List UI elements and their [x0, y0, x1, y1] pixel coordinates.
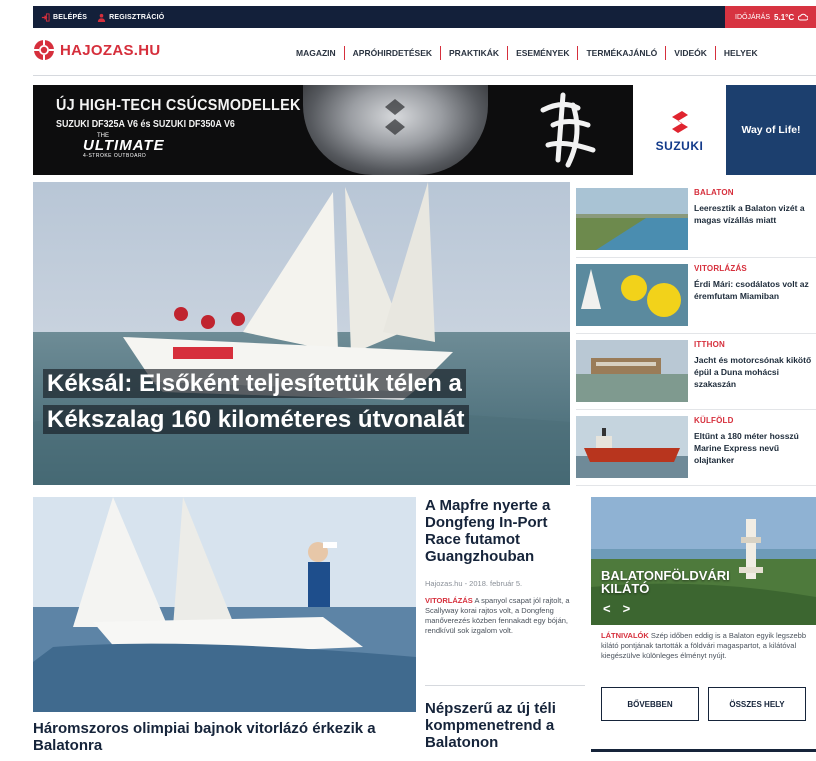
- calligraphy-image: [540, 92, 596, 168]
- banner-headline: ÚJ HIGH-TECH CSÚCSMODELLEK: [56, 97, 301, 114]
- ultimate-word: ULTIMATE: [83, 137, 165, 154]
- side-article-title: Érdi Mári: csodálatos volt az éremfutam …: [694, 279, 809, 301]
- side-article-category: KÜLFÖLD: [694, 416, 734, 425]
- nav-termekajanlo[interactable]: TERMÉKAJÁNLÓ: [578, 48, 665, 58]
- carousel-arrows: < >: [603, 601, 630, 616]
- side-article-category: VITORLÁZÁS: [694, 264, 747, 273]
- lifebuoy-logo-icon: [34, 40, 54, 60]
- side-article-category: ITTHON: [694, 340, 725, 349]
- places-card-title: BALATONFÖLDVÁRI KILÁTÓ: [601, 569, 730, 595]
- login-icon: [41, 12, 50, 22]
- news-lead: VITORLÁZÁS A spanyol csapat jól rajtolt,…: [425, 596, 585, 636]
- suzuki-banner-ad[interactable]: ÚJ HIGH-TECH CSÚCSMODELLEK SUZUKI DF325A…: [33, 85, 816, 175]
- ultimate-logo: THE ULTIMATE 4-STROKE OUTBOARD: [83, 133, 165, 159]
- carousel-next-button[interactable]: >: [623, 601, 631, 616]
- register-label: REGISZTRÁCIÓ: [109, 13, 165, 21]
- nav-aprohirdetesek[interactable]: APRÓHIRDETÉSEK: [345, 48, 440, 58]
- news-category[interactable]: VITORLÁZÁS: [425, 596, 473, 605]
- places-card-category[interactable]: LÁTNIVALÓK: [601, 631, 649, 640]
- nav-esemenyek[interactable]: ESEMÉNYEK: [508, 48, 577, 58]
- side-article[interactable]: KÜLFÖLD Eltűnt a 180 méter hosszú Marine…: [576, 410, 816, 486]
- account-links: BELÉPÉS REGISZTRÁCIÓ: [41, 6, 164, 28]
- column-divider: [425, 685, 585, 686]
- suzuki-logo-box: SUZUKI: [633, 85, 726, 175]
- more-button[interactable]: BŐVEBBEN: [601, 687, 699, 721]
- side-article-category: BALATON: [694, 188, 734, 197]
- side-article-title: Eltűnt a 180 méter hosszú Marine Express…: [694, 431, 799, 465]
- article-image[interactable]: [33, 497, 416, 712]
- side-article[interactable]: BALATON Leeresztik a Balaton vizét a mag…: [576, 182, 816, 258]
- sailor-image: [33, 497, 416, 712]
- news-column: A Mapfre nyerte a Dongfeng In-Port Race …: [425, 497, 585, 751]
- main-nav: MAGAZIN APRÓHIRDETÉSEK PRAKTIKÁK ESEMÉNY…: [288, 46, 766, 60]
- logo-text: HAJOZAS.HU: [60, 41, 161, 59]
- user-icon: [97, 13, 106, 22]
- news-title-2[interactable]: Népszerű az új téli kompmenetrend a Bala…: [425, 700, 585, 751]
- news-meta: Hajozas.hu - 2018. február 5.: [425, 579, 523, 588]
- suzuki-brand: SUZUKI: [655, 138, 704, 153]
- nav-helyek[interactable]: HELYEK: [716, 48, 766, 58]
- weather-label: IDŐJÁRÁS: [735, 13, 771, 21]
- side-article-title: Jacht és motorcsónak kikötő épül a Duna …: [694, 355, 812, 389]
- side-article-thumbnail: [576, 188, 688, 250]
- nav-praktikak[interactable]: PRAKTIKÁK: [441, 48, 507, 58]
- sailboat-hero-image: [33, 182, 570, 485]
- weather-widget[interactable]: IDŐJÁRÁS 5.1°C: [725, 6, 816, 28]
- hero-title[interactable]: Kéksál: Elsőként teljesítettük télen a K…: [43, 366, 563, 438]
- places-card-title-line2: KILÁTÓ: [601, 581, 650, 596]
- outboard-engine-image: [303, 85, 488, 175]
- all-places-button[interactable]: ÖSSZES HELY: [708, 687, 806, 721]
- places-card: BALATONFÖLDVÁRI KILÁTÓ < > LÁTNIVALÓK Sz…: [591, 497, 816, 752]
- login-label: BELÉPÉS: [53, 13, 88, 21]
- cloud-icon: [798, 13, 809, 21]
- nav-videok[interactable]: VIDEÓK: [666, 48, 715, 58]
- side-article[interactable]: ITTHON Jacht és motorcsónak kikötő épül …: [576, 334, 816, 410]
- hero-title-text: Kéksál: Elsőként teljesítettük télen a K…: [43, 369, 469, 434]
- nav-magazin[interactable]: MAGAZIN: [288, 48, 344, 58]
- site-logo[interactable]: HAJOZAS.HU: [33, 39, 161, 61]
- side-article-thumbnail: [576, 264, 688, 326]
- banner-slogan: Way of Life!: [726, 85, 816, 175]
- carousel-prev-button[interactable]: <: [603, 601, 611, 616]
- side-article-title: Leeresztik a Balaton vizét a magas vízál…: [694, 203, 805, 225]
- side-article-thumbnail: [576, 340, 688, 402]
- side-article[interactable]: VITORLÁZÁS Érdi Mári: csodálatos volt az…: [576, 258, 816, 334]
- suzuki-s-icon: [671, 110, 688, 133]
- side-article-thumbnail: [576, 416, 688, 478]
- places-card-image[interactable]: BALATONFÖLDVÁRI KILÁTÓ < >: [591, 497, 816, 625]
- news-title[interactable]: A Mapfre nyerte a Dongfeng In-Port Race …: [425, 497, 585, 565]
- hero-article[interactable]: Kéksál: Elsőként teljesítettük télen a K…: [33, 182, 570, 485]
- register-link[interactable]: REGISZTRÁCIÓ: [97, 13, 164, 22]
- banner-subline: SUZUKI DF325A V6 és SUZUKI DF350A V6: [56, 118, 235, 130]
- top-bar: BELÉPÉS REGISZTRÁCIÓ IDŐJÁRÁS 5.1°C: [33, 6, 816, 28]
- weather-value: 5.1°C: [774, 12, 795, 22]
- site-header: HAJOZAS.HU MAGAZIN APRÓHIRDETÉSEK PRAKTI…: [33, 28, 816, 76]
- places-card-description: LÁTNIVALÓK Szép időben eddig is a Balato…: [601, 631, 813, 661]
- side-article-list: BALATON Leeresztik a Balaton vizét a mag…: [576, 182, 816, 486]
- login-link[interactable]: BELÉPÉS: [41, 12, 88, 22]
- article-title[interactable]: Háromszoros olimpiai bajnok vitorlázó ér…: [33, 720, 416, 754]
